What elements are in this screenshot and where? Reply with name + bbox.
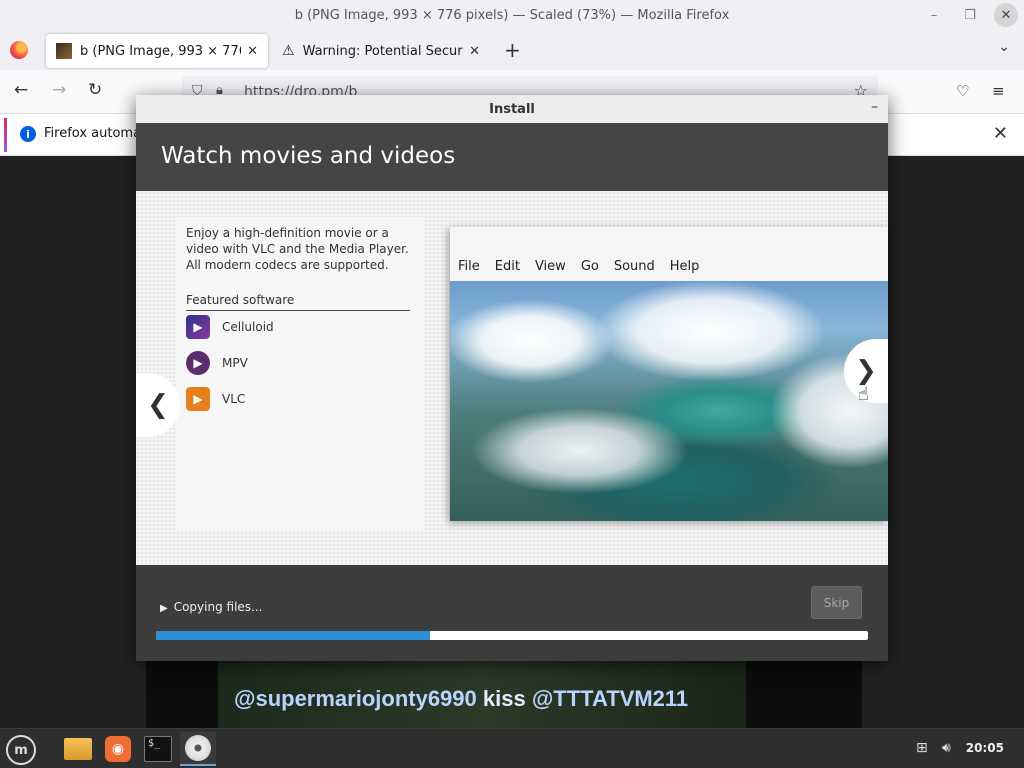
close-window-icon[interactable]: ✕: [994, 3, 1018, 27]
notification-stripe: [4, 118, 7, 152]
media-player-screenshot: File Edit View Go Sound Help: [450, 227, 888, 521]
progress-bar: [156, 631, 868, 640]
status-text: Copying files...: [173, 600, 263, 614]
terminal-launcher[interactable]: $_: [140, 732, 176, 766]
progress-bar-fill: [156, 631, 431, 640]
menu-sound: Sound: [613, 259, 655, 274]
back-arrow-icon[interactable]: ←: [14, 80, 28, 100]
vlc-icon: ▶: [186, 387, 210, 411]
tab-close-icon[interactable]: ✕: [247, 44, 258, 59]
installer-title: Install: [489, 101, 535, 117]
disc-icon: [185, 735, 211, 761]
list-tabs-chevron-icon[interactable]: ⌄: [998, 39, 1010, 55]
clock[interactable]: 20:05: [966, 741, 1004, 755]
tab-security-warning[interactable]: ⚠ Warning: Potential Security Risk Ahead…: [272, 34, 490, 68]
tab-bar: b (PNG Image, 993 × 776 pixels) ✕ ⚠ Warn…: [0, 30, 1024, 70]
skip-button[interactable]: Skip: [811, 586, 862, 619]
warning-icon: ⚠: [282, 43, 295, 59]
tab-close-icon[interactable]: ✕: [469, 44, 480, 59]
featured-software-label: Featured software: [186, 293, 410, 311]
folder-icon: [64, 738, 92, 760]
chevron-left-icon: ❮: [147, 390, 169, 420]
maximize-icon[interactable]: ❐: [958, 3, 982, 27]
player-menubar: File Edit View Go Sound Help: [450, 227, 888, 281]
featured-app-celluloid: ▶ Celluloid: [186, 315, 274, 339]
file-manager-launcher[interactable]: [60, 732, 96, 766]
installer-window: Install – Watch movies and videos Enjoy …: [136, 95, 888, 661]
caption-middle: kiss: [482, 686, 526, 711]
installer-titlebar: Install –: [136, 95, 888, 123]
featured-app-vlc: ▶ VLC: [186, 387, 245, 411]
firefox-logo-icon[interactable]: [10, 41, 28, 59]
caption-handle-1: @supermariojonty6990: [234, 686, 477, 711]
notification-close-icon[interactable]: ✕: [993, 123, 1008, 144]
slide-description: Enjoy a high-definition movie or a video…: [186, 226, 409, 272]
new-tab-icon[interactable]: +: [504, 38, 521, 62]
slide-title: Watch movies and videos: [161, 143, 456, 169]
expand-triangle-icon: ▶: [160, 603, 168, 614]
slideshow: Enjoy a high-definition movie or a video…: [136, 191, 888, 565]
featured-app-mpv: ▶ MPV: [186, 351, 248, 375]
network-icon[interactable]: ⊞: [916, 740, 928, 756]
menu-edit: Edit: [494, 259, 520, 274]
celluloid-icon: ▶: [186, 315, 210, 339]
installer-header: Watch movies and videos: [136, 123, 888, 191]
previous-slide-button[interactable]: ❮: [136, 373, 180, 437]
installer-task[interactable]: [180, 732, 216, 766]
progress-section: ▶ Copying files... Skip: [136, 565, 888, 661]
minimize-icon[interactable]: –: [922, 3, 946, 27]
hand-cursor-icon: ☝: [858, 384, 869, 405]
forward-arrow-icon[interactable]: →: [52, 80, 66, 100]
menu-go: Go: [580, 259, 599, 274]
notification-text: Firefox automa: [44, 126, 142, 141]
app-name: VLC: [222, 392, 246, 406]
hamburger-menu-icon[interactable]: ≡: [992, 82, 1005, 100]
firefox-titlebar: b (PNG Image, 993 × 776 pixels) — Scaled…: [0, 0, 1024, 30]
caption-handle-2: @TTTATVM211: [531, 686, 689, 711]
taskbar: m ◉ $_ ⊞ 🔊︎ 20:05: [0, 728, 1024, 768]
image-caption: @supermariojonty6990 kiss @TTTATVM211: [234, 686, 688, 712]
menu-help: Help: [669, 259, 700, 274]
image-favicon-icon: [56, 43, 72, 59]
minimize-icon[interactable]: –: [871, 99, 878, 115]
volume-icon[interactable]: 🔊︎: [942, 740, 951, 756]
reload-icon[interactable]: ↻: [88, 80, 102, 100]
tab-label: b (PNG Image, 993 × 776 pixels): [80, 43, 241, 59]
chevron-right-icon: ❯: [855, 356, 877, 386]
info-icon: i: [20, 126, 36, 142]
slide-info-panel: Enjoy a high-definition movie or a video…: [176, 217, 424, 531]
firefox-icon: ◉: [105, 736, 131, 762]
install-status[interactable]: ▶ Copying files...: [160, 600, 262, 614]
mint-menu-icon[interactable]: m: [6, 735, 36, 765]
tab-png-image[interactable]: b (PNG Image, 993 × 776 pixels) ✕: [46, 34, 268, 68]
background-image: @supermariojonty6990 kiss @TTTATVM211: [146, 656, 862, 728]
app-name: Celluloid: [222, 320, 274, 334]
cloud-landscape-image: [450, 281, 888, 521]
menu-file: File: [458, 259, 480, 274]
terminal-icon: $_: [144, 736, 172, 762]
window-controls: – ❐ ✕: [922, 3, 1018, 27]
firefox-launcher[interactable]: ◉: [100, 732, 136, 766]
mpv-icon: ▶: [186, 351, 210, 375]
menu-view: View: [534, 259, 566, 274]
tab-label: Warning: Potential Security Risk Ahead: [302, 43, 464, 59]
pocket-icon[interactable]: ♡: [956, 82, 969, 100]
app-name: MPV: [222, 356, 248, 370]
window-title: b (PNG Image, 993 × 776 pixels) — Scaled…: [294, 7, 730, 23]
